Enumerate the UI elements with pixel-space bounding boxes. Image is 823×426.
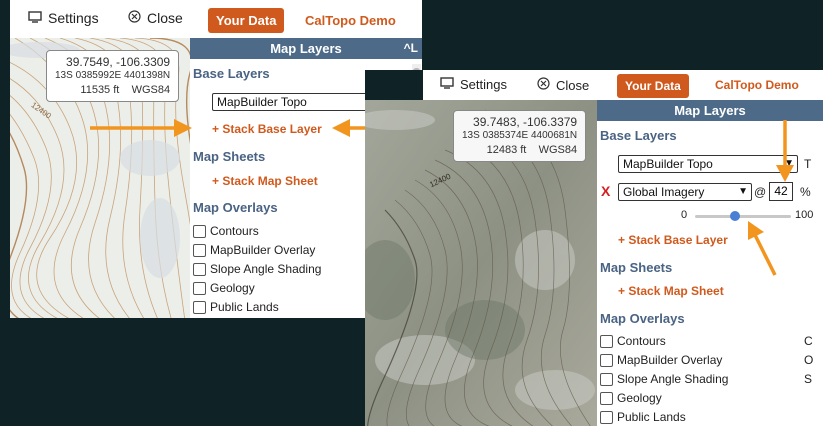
screenshot-after: Settings Close Your Data CalTopo Demo 12… [365,70,823,426]
annotation-arrows [90,119,410,137]
screenshot-before: Settings Close Your Data CalTopo Demo 12… [10,0,422,318]
annotation-arrows [748,120,794,276]
